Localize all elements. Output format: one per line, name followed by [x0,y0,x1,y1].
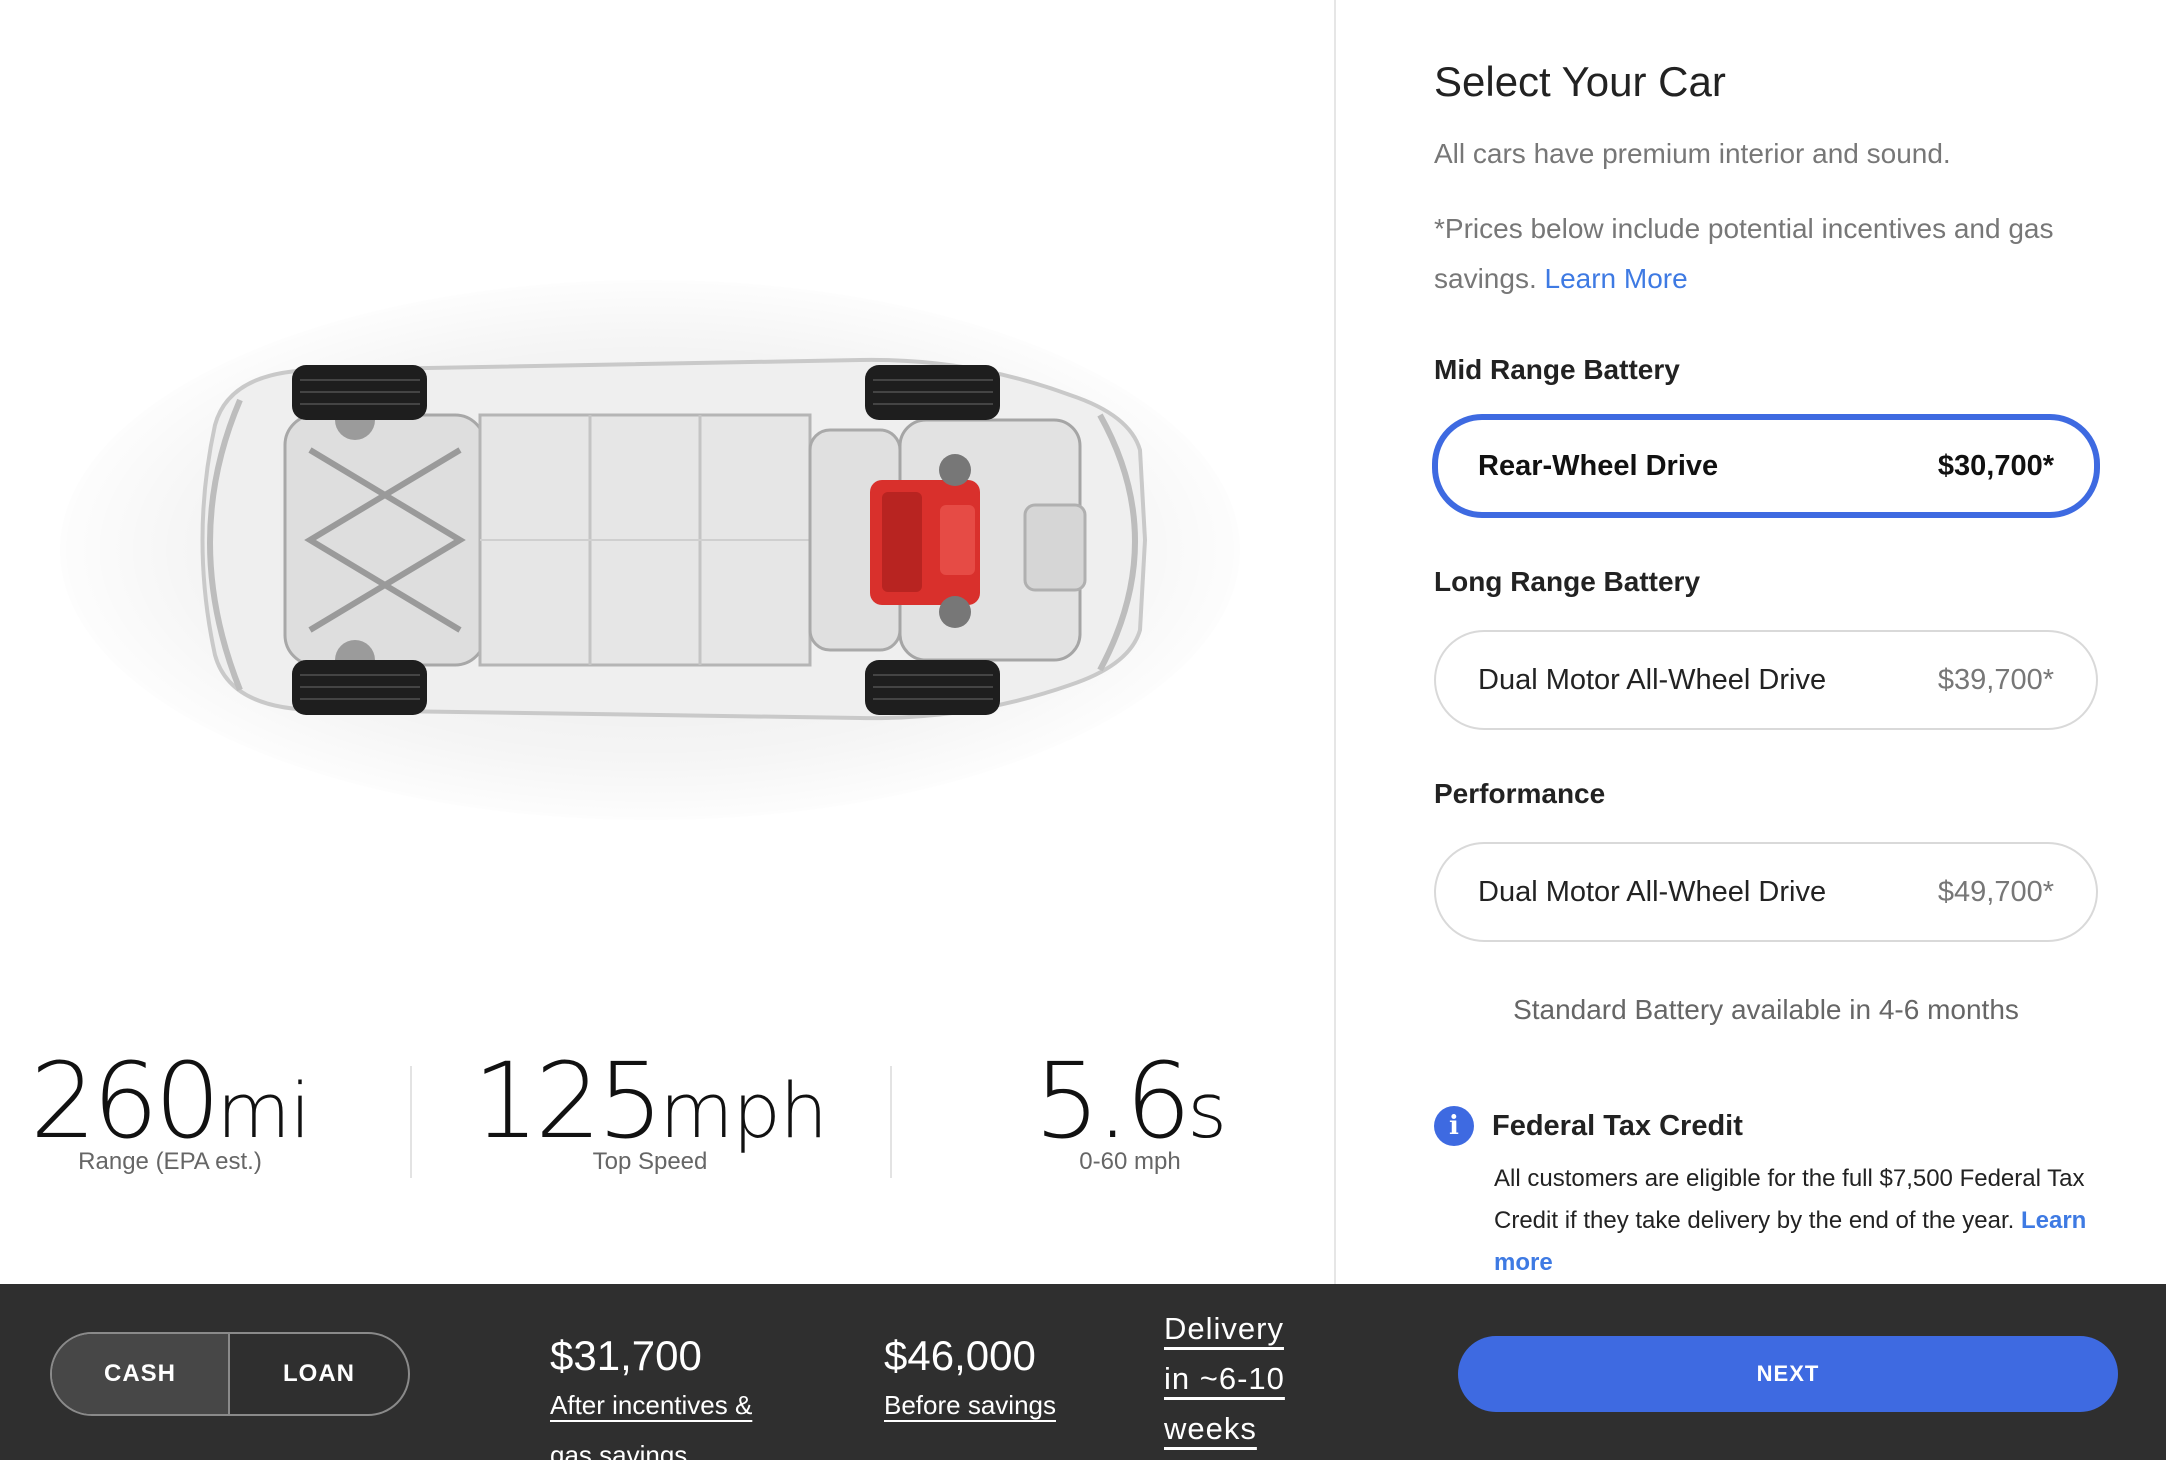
tax-credit-title: Federal Tax Credit [1492,1110,1743,1142]
tax-credit-text: All customers are eligible for the full … [1494,1165,2085,1234]
tax-credit-body: All customers are eligible for the full … [1494,1158,2094,1284]
price-note: *Prices below include potential incentiv… [1434,204,2114,304]
payment-toggle: CASH LOAN [50,1332,410,1416]
info-icon: i [1434,1106,1474,1146]
summary-bar: CASH LOAN $31,700 After incentives & gas… [0,1284,2166,1460]
option-name: Dual Motor All-Wheel Drive [1478,663,1827,696]
page-title: Select Your Car [1434,58,1726,105]
option-long-range-awd[interactable]: Dual Motor All-Wheel Drive $39,700* [1434,630,2098,730]
cash-tab[interactable]: CASH [52,1334,230,1414]
configurator-panel: Select Your Car All cars have premium in… [1336,0,2166,1284]
price-before-savings: $46,000 Before savings [884,1332,1124,1430]
stat-speed-value: 125 [473,1040,664,1162]
stat-range: 260mi Range (EPA est.) [20,1040,320,1176]
car-chassis-illustration [200,357,1148,721]
option-performance-awd[interactable]: Dual Motor All-Wheel Drive $49,700* [1434,842,2098,942]
car-chassis-image [40,220,1260,860]
stat-accel-unit: s [1187,1066,1227,1155]
stat-speed-unit: mph [659,1066,828,1155]
configurator-subtitle: All cars have premium interior and sound… [1434,138,1951,169]
car-preview-panel: 260mi Range (EPA est.) 125mph Top Speed … [0,0,1334,1284]
option-mid-range-rwd[interactable]: Rear-Wheel Drive $30,700* [1432,414,2100,518]
stat-divider [890,1066,892,1178]
performance-stats: 260mi Range (EPA est.) 125mph Top Speed … [0,1040,1334,1190]
stat-divider [410,1066,412,1178]
price-before-caption-link[interactable]: Before savings [884,1380,1124,1430]
section-title-performance: Performance [1434,778,1606,809]
stat-acceleration: 5.6s 0-60 mph [1000,1040,1260,1176]
next-button[interactable]: NEXT [1458,1336,2118,1412]
option-price: $49,700* [1937,875,2054,908]
option-price: $39,700* [1937,663,2054,696]
option-name: Rear-Wheel Drive [1478,449,1719,482]
option-price: $30,700* [1937,449,2054,482]
price-note-text: *Prices below include potential incentiv… [1434,213,2054,294]
section-title-long-range: Long Range Battery [1434,566,1701,597]
price-after-caption-link[interactable]: After incentives & gas savings [550,1380,790,1460]
availability-note: Standard Battery available in 4-6 months [1513,994,2019,1025]
loan-tab[interactable]: LOAN [230,1334,408,1414]
stat-top-speed: 125mph Top Speed [470,1040,830,1176]
price-before-amount: $46,000 [884,1332,1036,1379]
stat-range-value: 260 [30,1040,221,1162]
section-title-mid-range: Mid Range Battery [1434,354,1680,385]
delivery-estimate-link[interactable]: Delivery in ~6-10 weeks [1164,1304,1314,1454]
learn-more-link[interactable]: Learn More [1545,263,1688,294]
option-name: Dual Motor All-Wheel Drive [1478,875,1827,908]
stat-accel-value: 5.6 [1033,1040,1191,1162]
price-after-savings: $31,700 After incentives & gas savings [550,1332,790,1460]
price-after-amount: $31,700 [550,1332,702,1379]
stat-range-unit: mi [216,1066,311,1155]
